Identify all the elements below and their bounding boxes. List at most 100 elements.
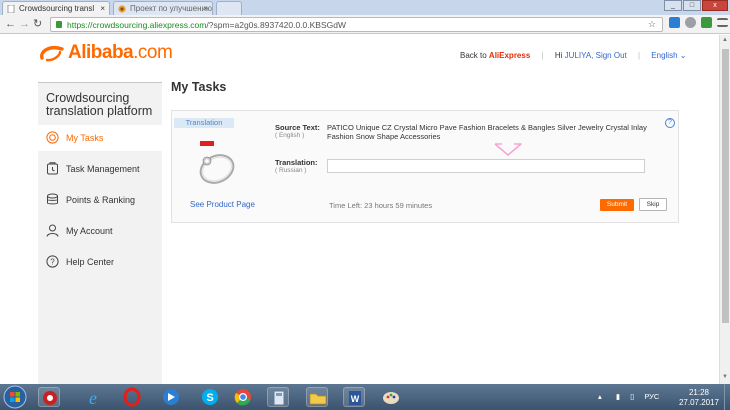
- windows-taskbar: e S W ▴ ▮ ▯ РУС 21:28 27.07.2017: [0, 384, 730, 410]
- favicon-icon: [118, 5, 126, 13]
- svg-text:S: S: [206, 392, 213, 404]
- reload-icon[interactable]: ↻: [33, 18, 42, 30]
- extension-icon[interactable]: [701, 17, 712, 28]
- translation-input[interactable]: [327, 159, 645, 173]
- close-button[interactable]: x: [702, 0, 728, 11]
- scroll-down-icon[interactable]: ▼: [722, 374, 728, 380]
- alibaba-logo[interactable]: Alibaba.com: [38, 40, 173, 66]
- tab-label: Проект по улучшению: [130, 4, 212, 13]
- browser-tab-crowdsourcing[interactable]: Crowdsourcing transl ×: [2, 1, 110, 15]
- new-tab-button[interactable]: [216, 1, 242, 15]
- opera-icon[interactable]: [121, 387, 143, 407]
- url-text: https://crowdsourcing.aliexpress.com/?sp…: [67, 20, 346, 30]
- target-icon: [46, 131, 59, 144]
- calculator-icon[interactable]: [267, 387, 289, 407]
- svg-text:e: e: [89, 388, 97, 407]
- source-language: ( English ): [275, 132, 305, 139]
- clock-date: 27.07.2017: [678, 398, 720, 407]
- word-icon[interactable]: W: [343, 387, 365, 407]
- browser-tab-bar: Crowdsourcing transl × Проект по улучшен…: [0, 0, 730, 15]
- down-arrow-icon: [494, 143, 522, 156]
- logo-com: .com: [133, 42, 173, 63]
- volume-icon[interactable]: ▯: [630, 392, 634, 401]
- extension-icon[interactable]: [685, 17, 696, 28]
- see-product-page-link[interactable]: See Product Page: [190, 200, 255, 209]
- clock-time: 21:28: [688, 388, 710, 397]
- url-host: https://crowdsourcing.aliexpress.com: [67, 20, 207, 30]
- chevron-down-icon: ⌄: [679, 51, 687, 60]
- tab-close-icon[interactable]: ×: [203, 2, 208, 15]
- internet-explorer-icon[interactable]: e: [82, 387, 104, 408]
- submit-button[interactable]: Submit: [600, 199, 634, 211]
- scrollbar-thumb[interactable]: [722, 49, 729, 323]
- user-icon: [46, 224, 59, 237]
- sidebar-item-task-management[interactable]: Task Management: [38, 156, 162, 182]
- clock[interactable]: 21:28 27.07.2017: [676, 388, 722, 408]
- svg-text:?: ?: [50, 257, 55, 266]
- sidebar-item-label: Help Center: [66, 257, 115, 267]
- scroll-up-icon[interactable]: ▲: [722, 37, 728, 43]
- database-icon: [47, 193, 58, 205]
- start-button-icon[interactable]: [2, 385, 28, 409]
- page-icon: [7, 5, 15, 13]
- browser-toolbar: ← → ↻ https://crowdsourcing.aliexpress.c…: [0, 15, 730, 34]
- username-link[interactable]: JULIYA,: [565, 51, 594, 60]
- url-path: /?spm=a2g0s.8937420.0.0.KBSGdW: [206, 20, 347, 30]
- sidebar-item-my-tasks[interactable]: My Tasks: [38, 125, 162, 151]
- top-links: Back to AliExpress | Hi JULIYA, Sign Out…: [460, 51, 686, 60]
- aliexpress-link[interactable]: AliExpress: [489, 51, 530, 60]
- tab-close-icon[interactable]: ×: [100, 2, 105, 15]
- maximize-button[interactable]: □: [683, 0, 701, 11]
- language-select[interactable]: English ⌄: [651, 51, 686, 60]
- back-arrow-icon[interactable]: ←: [5, 18, 16, 30]
- system-tray: ▴ ▮ ▯ РУС: [598, 392, 659, 401]
- help-icon[interactable]: ?: [665, 118, 675, 128]
- translation-label: Translation:: [275, 158, 318, 167]
- divider: |: [541, 51, 544, 60]
- bookmark-star-icon[interactable]: ☆: [648, 19, 656, 30]
- source-text-label: Source Text:: [275, 123, 320, 132]
- show-desktop-button[interactable]: [724, 384, 730, 410]
- skip-button[interactable]: Skip: [639, 198, 667, 211]
- forward-arrow-icon[interactable]: →: [19, 18, 30, 30]
- paint-icon[interactable]: [380, 387, 402, 407]
- sidebar-item-help-center[interactable]: ? Help Center: [38, 249, 162, 275]
- source-text: PATICO Unique CZ Crystal Micro Pave Fash…: [327, 123, 647, 141]
- chrome-icon[interactable]: [232, 387, 254, 407]
- sidebar-item-points-ranking[interactable]: Points & Ranking: [38, 187, 162, 213]
- sign-out-link[interactable]: Sign Out: [596, 51, 627, 60]
- extension-icon[interactable]: [669, 17, 680, 28]
- window-controls: _ □ x: [663, 0, 728, 12]
- alibaba-mark-icon: [40, 46, 64, 62]
- time-left: Time Left: 23 hours 59 minutes: [329, 201, 433, 210]
- sidebar-item-my-account[interactable]: My Account: [38, 218, 162, 244]
- network-icon[interactable]: ▮: [616, 392, 620, 401]
- vertical-scrollbar[interactable]: ▲ ▼: [719, 35, 730, 384]
- svg-text:W: W: [351, 394, 360, 404]
- tab-label: Crowdsourcing transl: [19, 4, 95, 13]
- input-language[interactable]: РУС: [644, 392, 659, 401]
- taskbar-app-icon[interactable]: [38, 387, 60, 407]
- sidebar-item-label: Points & Ranking: [66, 195, 136, 205]
- skype-icon[interactable]: S: [199, 387, 221, 407]
- logo-text: Alibaba.com: [68, 42, 173, 64]
- greeting-text: Hi: [554, 51, 563, 60]
- sidebar-item-label: My Tasks: [66, 133, 104, 143]
- address-bar[interactable]: https://crowdsourcing.aliexpress.com/?sp…: [50, 17, 663, 32]
- task-type-badge: Translation: [174, 118, 234, 128]
- platform-title: Crowdsourcing translation platform: [46, 92, 152, 118]
- folder-icon[interactable]: [306, 387, 328, 407]
- media-player-icon[interactable]: [160, 387, 182, 407]
- tray-expand-icon[interactable]: ▴: [598, 392, 602, 401]
- menu-icon[interactable]: [717, 18, 728, 27]
- product-image[interactable]: [192, 135, 242, 193]
- browser-tab-project[interactable]: Проект по улучшению ×: [113, 1, 213, 15]
- sidebar-item-label: My Account: [66, 226, 113, 236]
- minimize-button[interactable]: _: [664, 0, 682, 11]
- sidebar-item-label: Task Management: [66, 164, 140, 174]
- back-to-text: Back to: [460, 51, 487, 60]
- divider: |: [637, 51, 641, 60]
- language-label: English: [651, 51, 678, 60]
- sidebar: Crowdsourcing translation platform My Ta…: [38, 82, 162, 384]
- question-icon: ?: [46, 255, 59, 268]
